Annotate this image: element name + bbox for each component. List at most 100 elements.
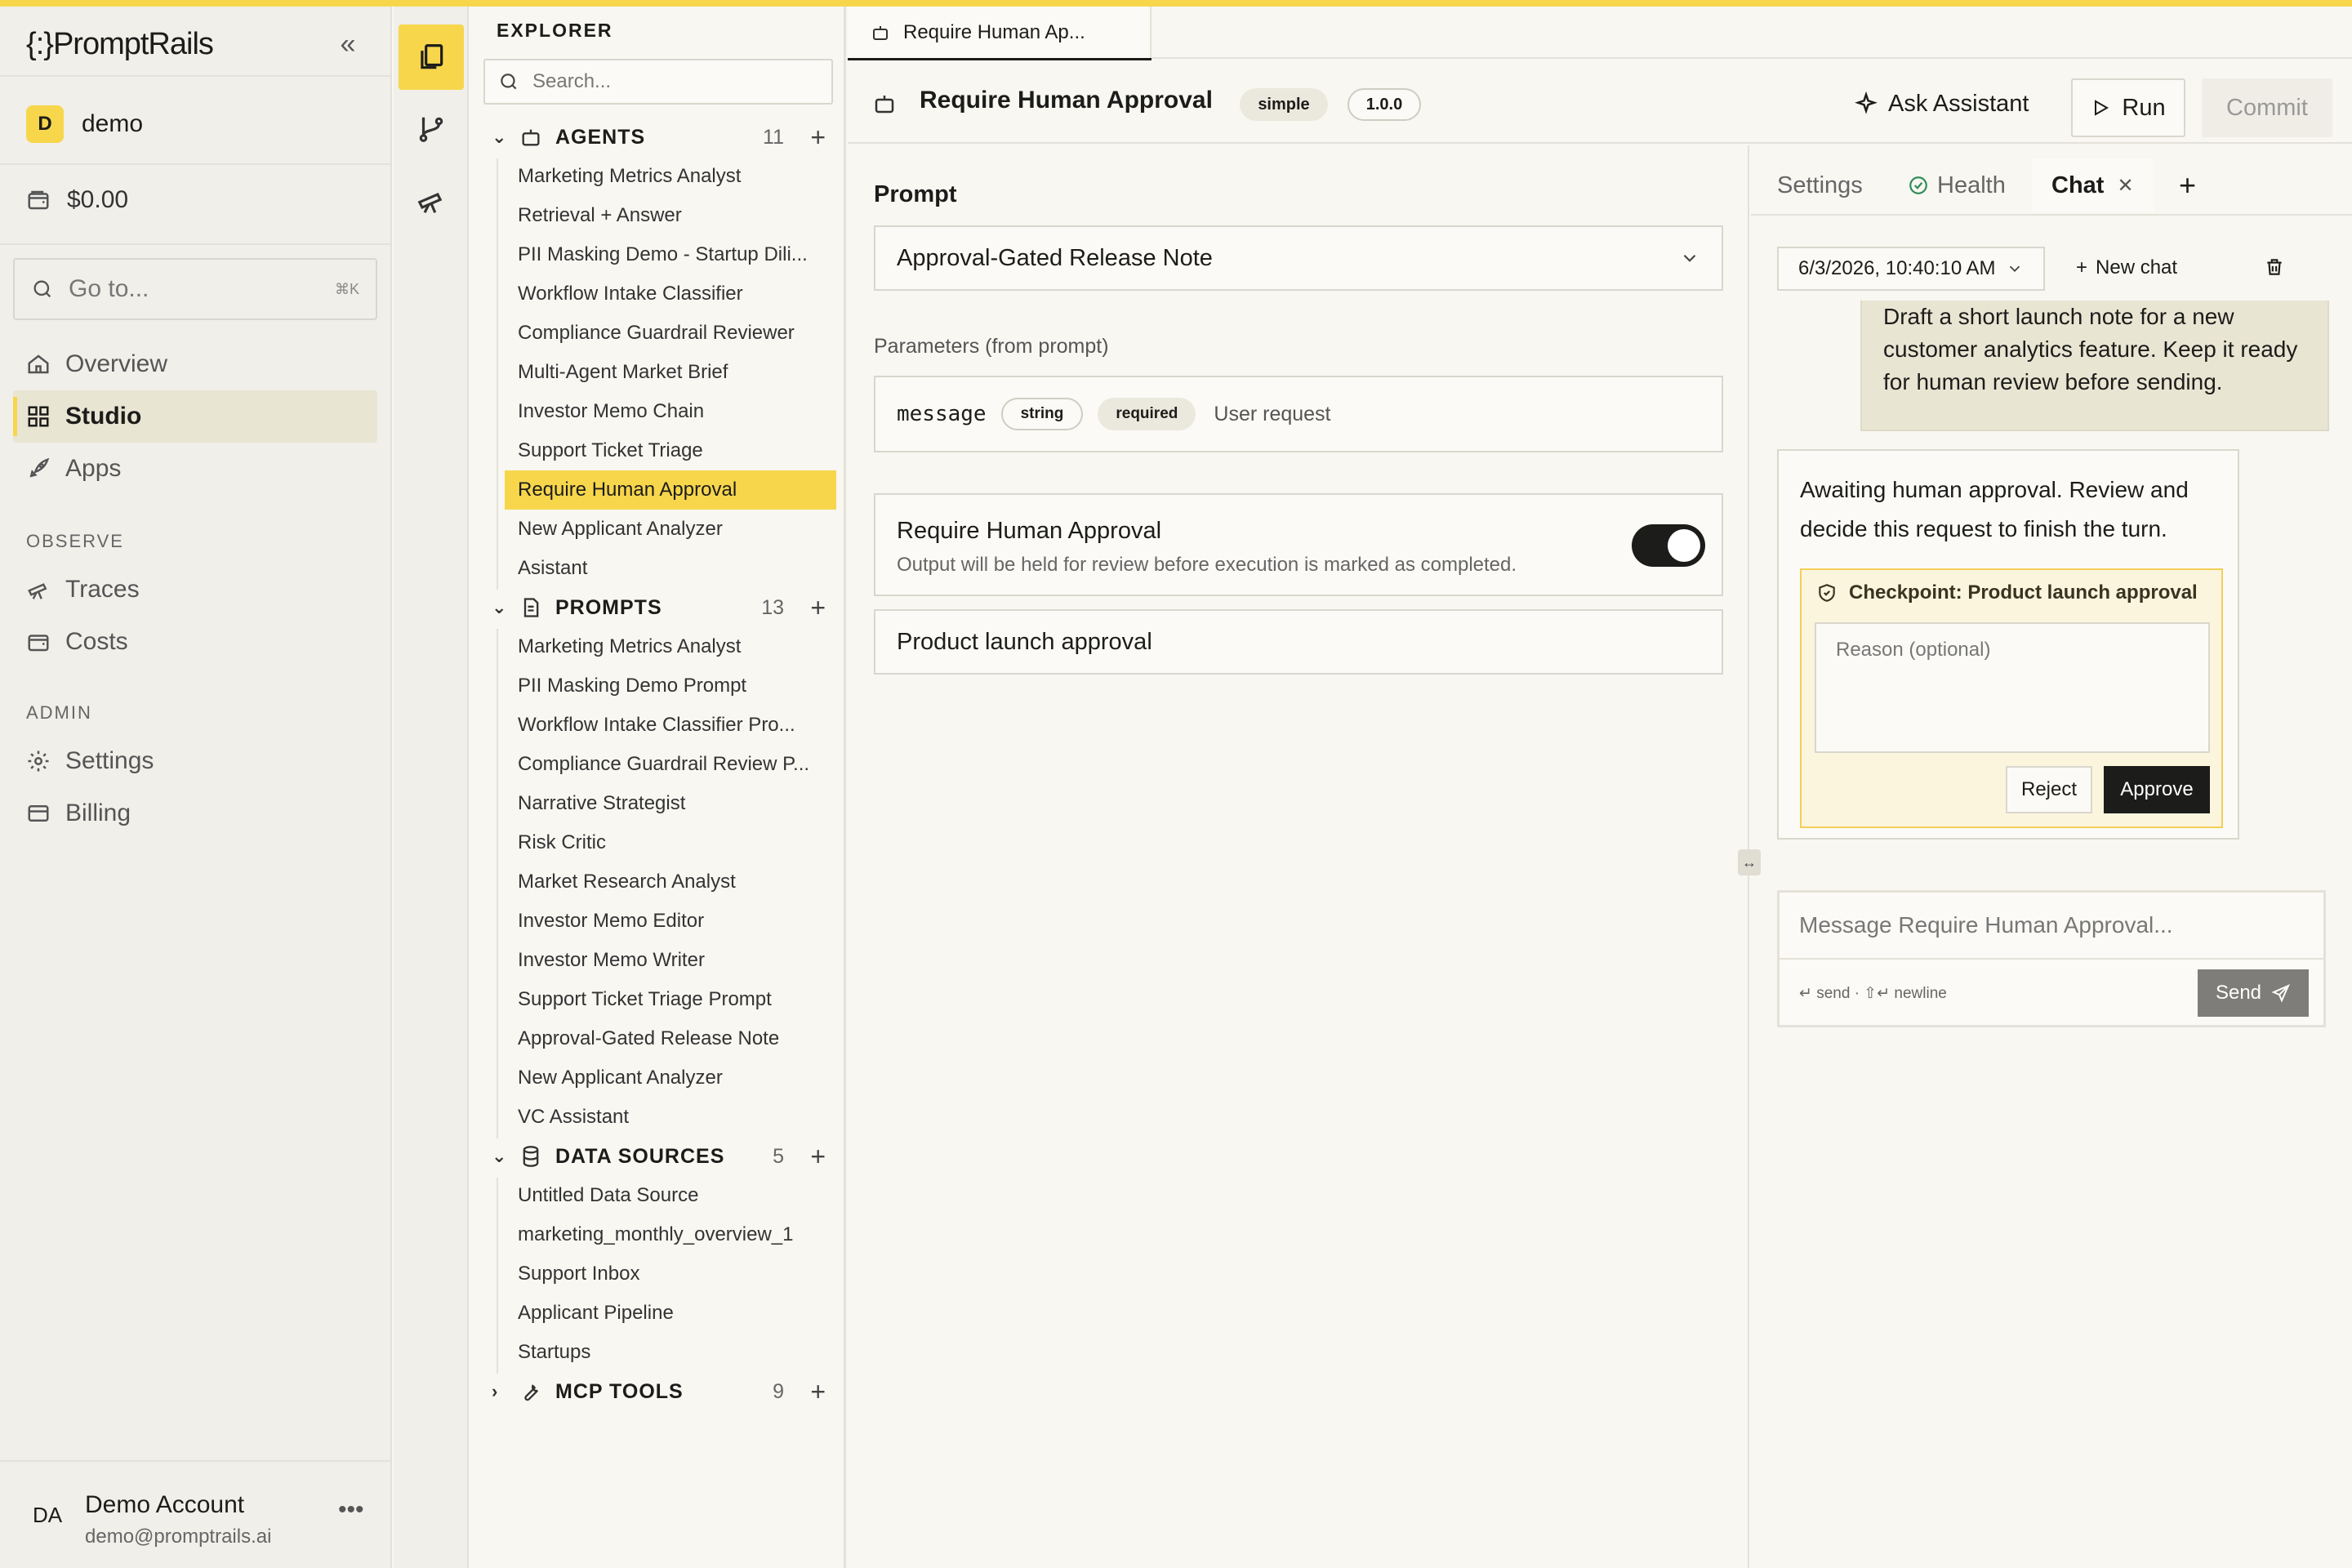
tree-item[interactable]: New Applicant Analyzer (505, 1058, 836, 1098)
app-logo[interactable]: {:}PromptRails (26, 27, 214, 62)
tree-item[interactable]: Support Ticket Triage (505, 431, 836, 470)
prompt-select[interactable]: Approval-Gated Release Note (874, 225, 1723, 291)
new-chat-button[interactable]: + New chat (2076, 256, 2177, 279)
explorer-search-input[interactable]: Search... (483, 59, 833, 105)
send-button[interactable]: Send (2198, 969, 2309, 1017)
user-message: Draft a short launch note for a new cust… (1860, 301, 2329, 431)
tree-item[interactable]: Support Inbox (505, 1254, 836, 1294)
tree-guide (497, 1178, 498, 1374)
group-mcp-tools[interactable]: › MCP TOOLS 9 + (470, 1372, 846, 1411)
tree-item[interactable]: Workflow Intake Classifier Pro... (505, 706, 836, 745)
tree-item[interactable]: Compliance Guardrail Review P... (505, 745, 836, 784)
nav-item-studio[interactable]: Studio (13, 390, 377, 443)
tree-item[interactable]: Applicant Pipeline (505, 1294, 836, 1333)
tab-require-human-approval[interactable]: Require Human Ap... (848, 7, 1152, 60)
tree-item[interactable]: PII Masking Demo - Startup Dili... (505, 235, 836, 274)
activity-branches-button[interactable] (399, 96, 464, 162)
tree-item[interactable]: Startups (505, 1333, 836, 1372)
add-data-source-button[interactable]: + (810, 1142, 826, 1172)
tree-item[interactable]: Retrieval + Answer (505, 196, 836, 235)
add-tab-button[interactable]: + (2179, 158, 2196, 212)
require-approval-toggle[interactable] (1632, 524, 1705, 567)
nav-item-apps[interactable]: Apps (13, 443, 377, 495)
workspace-name: demo (82, 110, 144, 137)
reject-button[interactable]: Reject (2006, 766, 2092, 813)
group-name: AGENTS (555, 125, 646, 149)
add-mcp-tool-button[interactable]: + (810, 1377, 826, 1407)
checkpoint-name-input[interactable]: Product launch approval (874, 609, 1723, 675)
group-agents[interactable]: ⌄ AGENTS 11 + (470, 118, 846, 157)
assistant-message: Awaiting human approval. Review and deci… (1777, 449, 2239, 840)
activity-explorer-button[interactable] (399, 24, 464, 90)
workspace-switcher[interactable]: D demo (26, 98, 143, 150)
tree-item[interactable]: Untitled Data Source (505, 1176, 836, 1215)
tree-item[interactable]: Multi-Agent Market Brief (505, 353, 836, 392)
nav-item-settings[interactable]: Settings (13, 735, 377, 787)
tree-item[interactable]: Support Ticket Triage Prompt (505, 980, 836, 1019)
shield-check-icon (1819, 584, 1835, 602)
credit-balance[interactable]: $0.00 (26, 186, 128, 214)
add-prompt-button[interactable]: + (810, 593, 826, 623)
group-prompts[interactable]: ⌄ PROMPTS 13 + (470, 588, 846, 627)
explorer-search-placeholder: Search... (532, 70, 612, 92)
nav-item-overview[interactable]: Overview (13, 338, 377, 390)
nav-item-billing[interactable]: Billing (13, 787, 377, 840)
tree-item[interactable]: marketing_monthly_overview_1 (505, 1215, 836, 1254)
chevron-right-icon[interactable]: › (492, 1381, 498, 1402)
nav-item-label: Apps (65, 455, 122, 482)
commit-button[interactable]: Commit (2202, 78, 2332, 137)
tree-item[interactable]: Market Research Analyst (505, 862, 836, 902)
account-email: demo@promptrails.ai (85, 1526, 272, 1548)
tree-item[interactable]: Marketing Metrics Analyst (505, 157, 836, 196)
run-button[interactable]: Run (2071, 78, 2185, 137)
nav-item-traces[interactable]: Traces (13, 564, 377, 616)
tree-item[interactable]: New Applicant Analyzer (505, 510, 836, 549)
send-icon (2271, 984, 2291, 1003)
tree-item[interactable]: Workflow Intake Classifier (505, 274, 836, 314)
version-badge[interactable]: 1.0.0 (1348, 88, 1421, 121)
nav-item-costs[interactable]: Costs (13, 616, 377, 668)
tree-item[interactable]: Investor Memo Editor (505, 902, 836, 941)
assistant-message-text: Awaiting human approval. Review and deci… (1800, 477, 2189, 541)
goto-search-input[interactable]: Go to... ⌘K (13, 258, 377, 320)
ask-assistant-button[interactable]: Ask Assistant (1854, 85, 2029, 122)
tree-item-active[interactable]: Require Human Approval (505, 470, 836, 510)
approve-button[interactable]: Approve (2104, 766, 2210, 813)
message-input[interactable]: Message Require Human Approval... (1799, 912, 2173, 938)
tree-item[interactable]: Investor Memo Writer (505, 941, 836, 980)
collapse-sidebar-icon[interactable]: « (330, 29, 366, 60)
trash-icon[interactable] (2264, 256, 2285, 278)
tree-item[interactable]: Investor Memo Chain (505, 392, 836, 431)
tab-settings[interactable]: Settings (1777, 158, 1863, 212)
group-data-sources[interactable]: ⌄ DATA SOURCES 5 + (470, 1137, 846, 1176)
chevron-down-icon[interactable]: ⌄ (492, 127, 507, 148)
chat-session-select[interactable]: 6/3/2026, 10:40:10 AM (1777, 247, 2045, 291)
wallet-icon (28, 635, 49, 652)
nav-item-label: Traces (65, 576, 140, 603)
tree-item[interactable]: Approval-Gated Release Note (505, 1019, 836, 1058)
left-nav: {:}PromptRails « D demo $0.00 Go to... ⌘… (0, 7, 392, 1568)
tab-label: Require Human Ap... (903, 21, 1085, 43)
tree-item[interactable]: Risk Critic (505, 823, 836, 862)
tree-item[interactable]: Asistant (505, 549, 836, 588)
tree-item[interactable]: PII Masking Demo Prompt (505, 666, 836, 706)
rocket-icon (29, 457, 50, 478)
tree-item[interactable]: VC Assistant (505, 1098, 836, 1137)
check-circle-icon (1909, 176, 1927, 194)
tab-health[interactable]: Health (1908, 158, 2006, 212)
reason-textarea[interactable]: Reason (optional) (1815, 622, 2210, 753)
activity-traces-button[interactable] (399, 168, 464, 234)
tree-item[interactable]: Compliance Guardrail Reviewer (505, 314, 836, 353)
chevron-down-icon[interactable]: ⌄ (492, 597, 507, 618)
app-root: {:}PromptRails « D demo $0.00 Go to... ⌘… (0, 7, 2352, 1568)
tab-chat[interactable]: Chat ✕ (2032, 158, 2154, 212)
reason-placeholder: Reason (optional) (1836, 639, 1991, 661)
tree-item[interactable]: Marketing Metrics Analyst (505, 627, 836, 666)
more-options-icon[interactable]: ••• (338, 1496, 364, 1524)
tree-item[interactable]: Narrative Strategist (505, 784, 836, 823)
close-icon[interactable]: ✕ (2117, 174, 2133, 198)
ask-assistant-label: Ask Assistant (1888, 90, 2029, 117)
chevron-down-icon[interactable]: ⌄ (492, 1146, 507, 1167)
account-menu[interactable]: DA Demo Account demo@promptrails.ai ••• (0, 1460, 392, 1568)
add-agent-button[interactable]: + (810, 122, 826, 153)
